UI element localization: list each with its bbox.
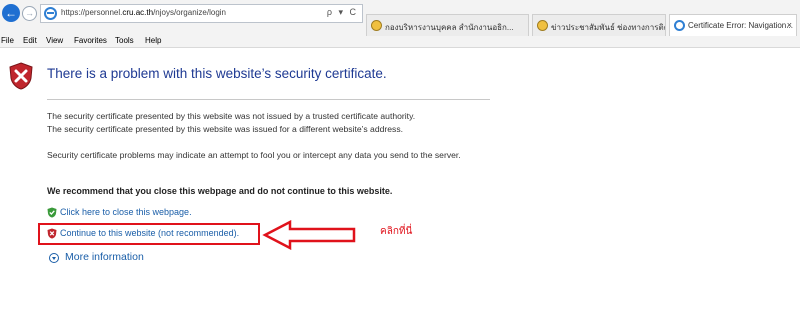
- menu-tools[interactable]: Tools: [115, 36, 134, 45]
- close-webpage-label[interactable]: Click here to close this webpage.: [60, 207, 192, 217]
- warning-explanation-text: Security certificate problems may indica…: [47, 150, 461, 160]
- university-logo-icon: [371, 20, 382, 31]
- close-tab-icon[interactable]: ×: [787, 20, 792, 30]
- click-here-annotation: คลิกที่นี่: [380, 226, 413, 237]
- menu-help[interactable]: Help: [145, 36, 161, 45]
- url-prefix: https://personnel.: [61, 8, 123, 17]
- menu-file[interactable]: File: [1, 36, 14, 45]
- expand-chevron-icon: [49, 253, 59, 263]
- page-title: There is a problem with this website’s s…: [47, 66, 387, 81]
- left-arrow-icon: [262, 220, 356, 250]
- recommendation-text: We recommend that you close this webpage…: [47, 186, 393, 196]
- menu-edit[interactable]: Edit: [23, 36, 37, 45]
- shield-error-icon: [9, 62, 33, 90]
- untrusted-authority-text: The security certificate presented by th…: [47, 111, 416, 121]
- tab-label: กองบริหารงานบุคคล สำนักงานอธิก...: [385, 23, 514, 32]
- highlight-box: [38, 223, 260, 245]
- url-host: cru.ac.th: [122, 8, 154, 17]
- url-path: /njoys/organize/login: [153, 8, 226, 17]
- tab-certificate-error[interactable]: Certificate Error: Navigation... ×: [669, 14, 797, 36]
- internet-explorer-icon: [674, 20, 685, 31]
- search-refresh-icons[interactable]: ρ ▾ C: [327, 7, 358, 18]
- tab-personnel[interactable]: กองบริหารงานบุคคล สำนักงานอธิก...: [366, 14, 529, 36]
- green-shield-check-icon: [47, 207, 57, 218]
- tab-news[interactable]: ข่าวประชาสัมพันธ์ ช่องทางการติดตาม...: [532, 14, 666, 36]
- divider: [47, 99, 490, 100]
- tab-label: Certificate Error: Navigation...: [688, 21, 793, 30]
- more-information-label[interactable]: More information: [65, 251, 144, 263]
- close-webpage-link[interactable]: Click here to close this webpage.: [47, 207, 217, 219]
- browser-chrome: ← → https://personnel.cru.ac.th/njoys/or…: [0, 0, 800, 48]
- address-mismatch-text: The security certificate presented by th…: [47, 124, 404, 134]
- university-logo-icon: [537, 20, 548, 31]
- forward-arrow-icon[interactable]: →: [22, 6, 37, 21]
- more-information-toggle[interactable]: More information: [47, 251, 167, 265]
- menu-view[interactable]: View: [46, 36, 63, 45]
- tab-label: ข่าวประชาสัมพันธ์ ช่องทางการติดตาม...: [551, 23, 665, 32]
- back-arrow-icon[interactable]: ←: [2, 4, 20, 22]
- menu-favorites[interactable]: Favorites: [74, 36, 107, 45]
- address-bar[interactable]: https://personnel.cru.ac.th/njoys/organi…: [40, 4, 363, 23]
- url-text[interactable]: https://personnel.cru.ac.th/njoys/organi…: [61, 8, 226, 17]
- internet-explorer-icon: [44, 7, 57, 20]
